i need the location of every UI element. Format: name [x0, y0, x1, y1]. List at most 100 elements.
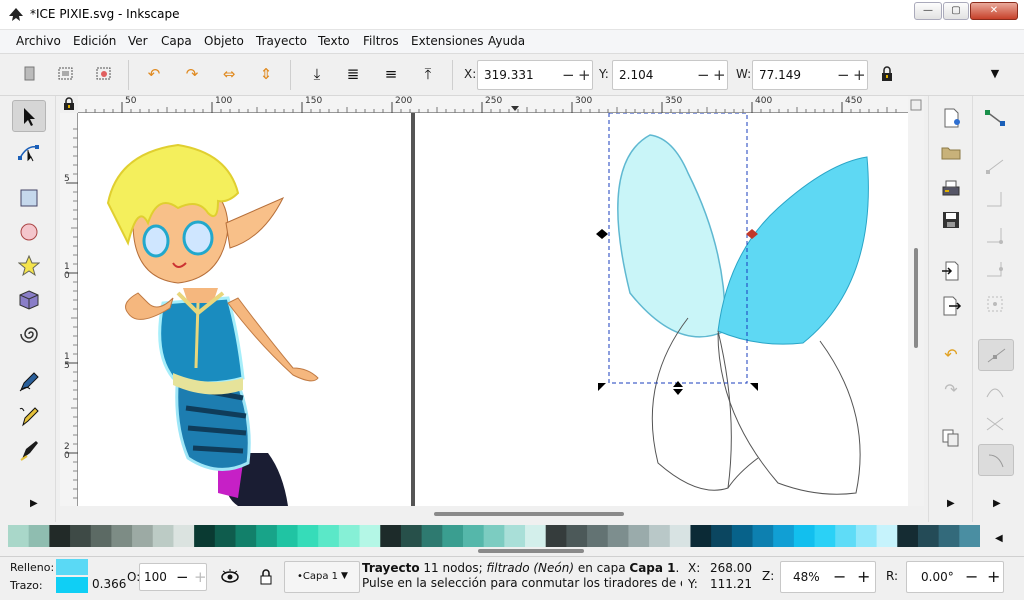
palette-swatch[interactable] [90, 525, 112, 547]
calligraphy-tool[interactable] [12, 434, 46, 466]
layer-dropdown[interactable]: •Capa 1 ▼ [284, 561, 360, 593]
palette-swatch[interactable] [380, 525, 402, 547]
vertical-ruler[interactable]: 5 1 0 1 5 2 0 [60, 113, 78, 506]
x-input[interactable]: 319.331 − + [477, 60, 593, 90]
save-icon[interactable] [939, 208, 963, 232]
flip-horizontal-icon[interactable]: ⇔ [219, 64, 239, 84]
palette-swatch[interactable] [917, 525, 940, 547]
menu-capa[interactable]: Capa [161, 34, 192, 48]
snap-smooth-toggle[interactable] [978, 444, 1014, 476]
zoom-decrement[interactable]: − [833, 567, 846, 586]
palette-swatch[interactable] [297, 525, 319, 547]
redo-icon[interactable]: ↷ [939, 378, 963, 402]
hscroll-thumb[interactable] [434, 512, 624, 516]
export-icon[interactable] [939, 294, 963, 318]
selector-tool[interactable] [12, 100, 46, 132]
eye-icon[interactable] [220, 567, 240, 587]
undo-icon[interactable]: ↶ [939, 343, 963, 367]
palette-menu-icon[interactable]: ◀ [995, 533, 1003, 544]
y-increment[interactable]: + [713, 66, 726, 84]
canvas-artwork[interactable] [78, 113, 908, 506]
palette-swatch[interactable] [545, 525, 567, 547]
palette-swatch[interactable] [876, 525, 898, 547]
node-tool[interactable] [12, 136, 46, 168]
palette-swatch[interactable] [690, 525, 712, 547]
palette-swatch[interactable] [111, 525, 133, 547]
palette-swatch[interactable] [897, 525, 919, 547]
menu-edicion[interactable]: Edición [73, 34, 116, 48]
ellipse-tool[interactable] [12, 216, 46, 248]
vertical-scrollbar[interactable] [908, 96, 924, 506]
w-increment[interactable]: + [853, 66, 866, 84]
palette-swatch[interactable] [483, 525, 505, 547]
palette-swatch[interactable] [649, 525, 671, 547]
opacity-value[interactable]: 100 [144, 570, 167, 584]
palette-swatch[interactable] [214, 525, 236, 547]
palette-swatch[interactable] [8, 525, 30, 547]
palette-swatch[interactable] [938, 525, 960, 547]
snap-path-icon[interactable] [983, 379, 1007, 403]
snap-bbox-edge-icon[interactable] [983, 188, 1007, 212]
3d-box-tool[interactable] [12, 284, 46, 316]
palette-swatch[interactable] [235, 525, 257, 547]
layer-lock-icon[interactable] [258, 567, 274, 587]
palette-swatch[interactable] [442, 525, 464, 547]
toolbox-more-icon[interactable]: ▶ [30, 498, 38, 509]
opacity-increment[interactable]: + [194, 568, 207, 586]
snap-bbox-midpoint-icon[interactable] [983, 258, 1007, 282]
snap-nodes-toggle[interactable] [978, 339, 1014, 371]
palette-swatch[interactable] [669, 525, 691, 547]
snap-toggle-icon[interactable] [983, 106, 1007, 130]
palette-scroll-thumb[interactable] [478, 549, 584, 553]
w-value[interactable]: 77.149 [759, 68, 801, 82]
stroke-width[interactable]: 0.366 [92, 577, 126, 591]
opacity-input[interactable]: 100 − + [139, 563, 207, 591]
snap-bbox-center-icon[interactable] [983, 292, 1007, 316]
rotate-decrement[interactable]: − [965, 567, 978, 586]
color-palette[interactable]: ◀ [0, 523, 1024, 553]
snap-more-icon[interactable]: ▶ [993, 498, 1001, 509]
star-tool[interactable] [12, 250, 46, 282]
commands-more-icon[interactable]: ▶ [947, 498, 955, 509]
rotate-cw-icon[interactable]: ↷ [182, 64, 202, 84]
menu-texto[interactable]: Texto [318, 34, 350, 48]
deselect-icon[interactable] [94, 64, 114, 84]
palette-swatch[interactable] [70, 525, 92, 547]
open-folder-icon[interactable] [939, 140, 963, 164]
palette-swatch[interactable] [49, 525, 71, 547]
palette-swatch[interactable] [773, 525, 795, 547]
lower-to-bottom-icon[interactable]: ⤓ [307, 64, 327, 84]
palette-swatch[interactable] [587, 525, 609, 547]
vscroll-thumb[interactable] [914, 248, 918, 348]
palette-swatch[interactable] [276, 525, 299, 547]
palette-swatch[interactable] [256, 525, 278, 547]
pen-tool[interactable] [12, 400, 46, 432]
snap-bbox-corner-icon[interactable] [983, 224, 1007, 248]
snap-bbox-icon[interactable] [983, 154, 1007, 178]
raise-to-top-icon[interactable]: ⤒ [418, 64, 438, 84]
menu-archivo[interactable]: Archivo [16, 34, 61, 48]
palette-swatch[interactable] [132, 525, 154, 547]
spiral-tool[interactable] [12, 318, 46, 350]
zoom-value[interactable]: 48% [793, 570, 820, 584]
palette-swatch[interactable] [318, 525, 340, 547]
zoom-increment[interactable]: + [857, 567, 870, 586]
horizontal-ruler[interactable]: 50 100 150 200 250 300 350 400 450 [78, 96, 908, 113]
palette-swatch[interactable] [628, 525, 650, 547]
select-all-layers-icon[interactable] [56, 64, 76, 84]
print-icon[interactable] [939, 176, 963, 200]
palette-swatch[interactable] [504, 525, 526, 547]
palette-swatch[interactable] [835, 525, 857, 547]
x-value[interactable]: 319.331 [484, 68, 534, 82]
palette-swatch[interactable] [711, 525, 733, 547]
close-button[interactable]: ✕ [970, 2, 1018, 20]
y-decrement[interactable]: − [697, 66, 710, 84]
flip-vertical-icon[interactable]: ⇕ [256, 64, 276, 84]
palette-swatch[interactable] [421, 525, 443, 547]
rectangle-tool[interactable] [12, 182, 46, 214]
palette-swatch[interactable] [152, 525, 174, 547]
import-icon[interactable] [939, 259, 963, 283]
menu-filtros[interactable]: Filtros [363, 34, 399, 48]
lock-icon[interactable] [877, 64, 897, 84]
opacity-decrement[interactable]: − [176, 568, 189, 586]
